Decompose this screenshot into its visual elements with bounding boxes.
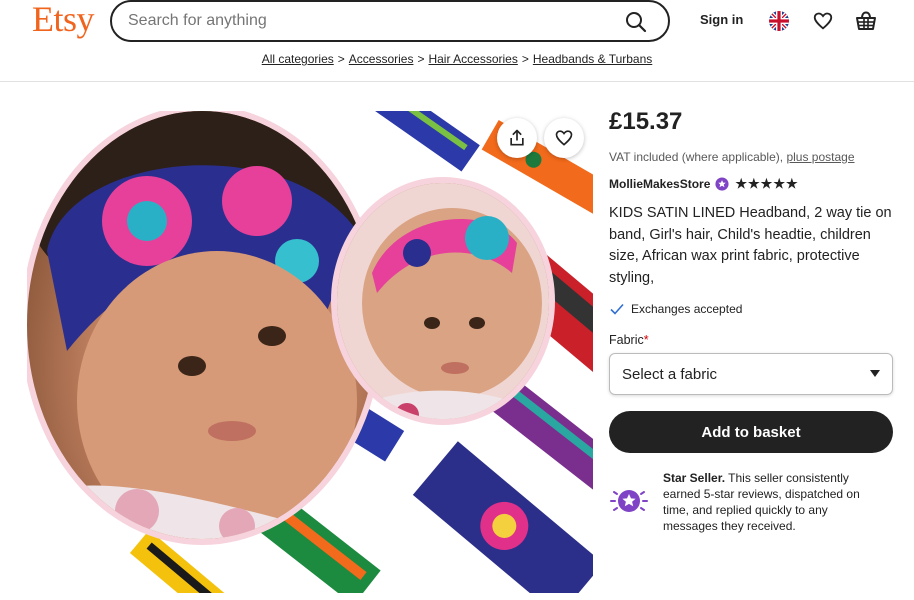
- search-bar[interactable]: [110, 0, 670, 42]
- favorite-button[interactable]: [544, 118, 584, 158]
- price: £15.37: [609, 108, 683, 135]
- breadcrumb-separator: >: [337, 52, 345, 66]
- fabric-label-text: Fabric: [609, 333, 644, 347]
- star-seller-icon: [610, 490, 648, 512]
- chevron-down-icon: [870, 370, 880, 377]
- star-seller-heading: Star Seller.: [663, 471, 726, 485]
- etsy-logo[interactable]: Etsy: [32, 0, 95, 40]
- exchanges-text: Exchanges accepted: [631, 302, 743, 316]
- add-to-basket-button[interactable]: Add to basket: [609, 411, 893, 453]
- breadcrumb-hair-accessories[interactable]: Hair Accessories: [428, 52, 517, 66]
- fabric-select-value: Select a fabric: [622, 365, 718, 383]
- star-seller-badge-icon: [715, 177, 729, 191]
- breadcrumb: All categories > Accessories > Hair Accessor…: [0, 52, 914, 66]
- breadcrumb-accessories[interactable]: Accessories: [349, 52, 414, 66]
- share-button[interactable]: [497, 118, 537, 158]
- uk-flag-icon[interactable]: [769, 11, 789, 31]
- vat-note: VAT included (where applicable), plus po…: [609, 150, 893, 164]
- favorites-heart-icon[interactable]: [812, 10, 834, 32]
- basket-icon[interactable]: [854, 9, 878, 33]
- seller-name[interactable]: MollieMakesStore: [609, 177, 710, 191]
- share-icon: [510, 129, 524, 146]
- exchanges-note: Exchanges accepted: [609, 301, 893, 317]
- search-input[interactable]: [128, 12, 598, 30]
- vat-text: VAT included (where applicable),: [609, 150, 784, 164]
- seller-row: MollieMakesStore ★★★★★: [609, 176, 893, 192]
- child-photo-large: [27, 111, 383, 545]
- check-icon: [610, 303, 624, 315]
- product-image[interactable]: [27, 111, 593, 593]
- fabric-label: Fabric*: [609, 333, 893, 347]
- product-title: KIDS SATIN LINED Headband, 2 way tie on …: [609, 205, 892, 286]
- fabric-select[interactable]: Select a fabric: [609, 353, 893, 395]
- site-header: Etsy Sign in All categories>Acces: [0, 0, 914, 82]
- required-asterisk: *: [643, 333, 649, 347]
- sign-in-link[interactable]: Sign in: [700, 12, 743, 27]
- breadcrumb-separator: >: [417, 52, 425, 66]
- search-icon[interactable]: [624, 10, 648, 34]
- star-seller-info: Star Seller. This seller consistently ea…: [609, 470, 893, 534]
- rating-stars[interactable]: ★★★★★: [735, 176, 798, 192]
- breadcrumb-headbands-turbans[interactable]: Headbands & Turbans: [533, 52, 652, 66]
- breadcrumb-separator: >: [521, 52, 529, 66]
- heart-icon: [555, 130, 573, 146]
- plus-postage-link[interactable]: plus postage: [786, 150, 854, 164]
- breadcrumb-all-categories[interactable]: All categories: [262, 52, 334, 66]
- star-seller-description: Star Seller. This seller consistently ea…: [663, 470, 883, 534]
- product-info-panel: £15.37 VAT included (where applicable), …: [609, 108, 893, 534]
- child-photo-small: [331, 177, 555, 425]
